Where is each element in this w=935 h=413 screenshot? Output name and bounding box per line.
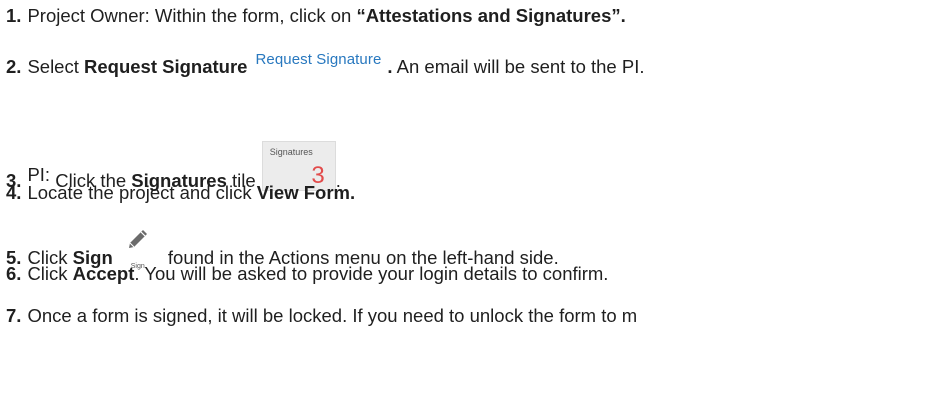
step-number: 7. <box>6 305 22 326</box>
pencil-icon <box>128 230 147 248</box>
step-text: Select <box>27 56 84 77</box>
step-2: 2. Select Request Signature Request Signat… <box>6 51 645 80</box>
accept-label: Accept <box>72 263 135 284</box>
step-number: 1. <box>6 5 22 26</box>
step-7: 7. Once a form is signed, it will be lock… <box>6 305 637 327</box>
step-text: . You will be asked to provide your logi… <box>134 263 609 284</box>
step-4: 4. Locate the project and click View Form… <box>6 182 355 204</box>
step-text: Locate the project and click <box>27 182 257 203</box>
step-text: Click <box>27 263 73 284</box>
view-form-label: View Form. <box>256 182 356 203</box>
request-signature-label: Request Signature <box>84 56 248 77</box>
step-number: 4. <box>6 182 22 203</box>
step-6: 6. Click Accept. You will be asked to pro… <box>6 263 608 285</box>
step-text: Project Owner: Within the form, click on <box>27 5 357 26</box>
attestations-and-signatures-label: “Attestations and Signatures”. <box>356 5 626 26</box>
request-signature-button[interactable]: Request Signature <box>255 49 381 71</box>
step-number: 6. <box>6 263 22 284</box>
step-1: 1. Project Owner: Within the form, click … <box>6 5 626 27</box>
step-text: An email will be sent to the PI. <box>392 56 645 77</box>
step-text: Once a form is signed, it will be locked… <box>27 305 638 326</box>
signatures-tile-title: Signatures <box>269 147 313 157</box>
step-number: 2. <box>6 56 22 77</box>
